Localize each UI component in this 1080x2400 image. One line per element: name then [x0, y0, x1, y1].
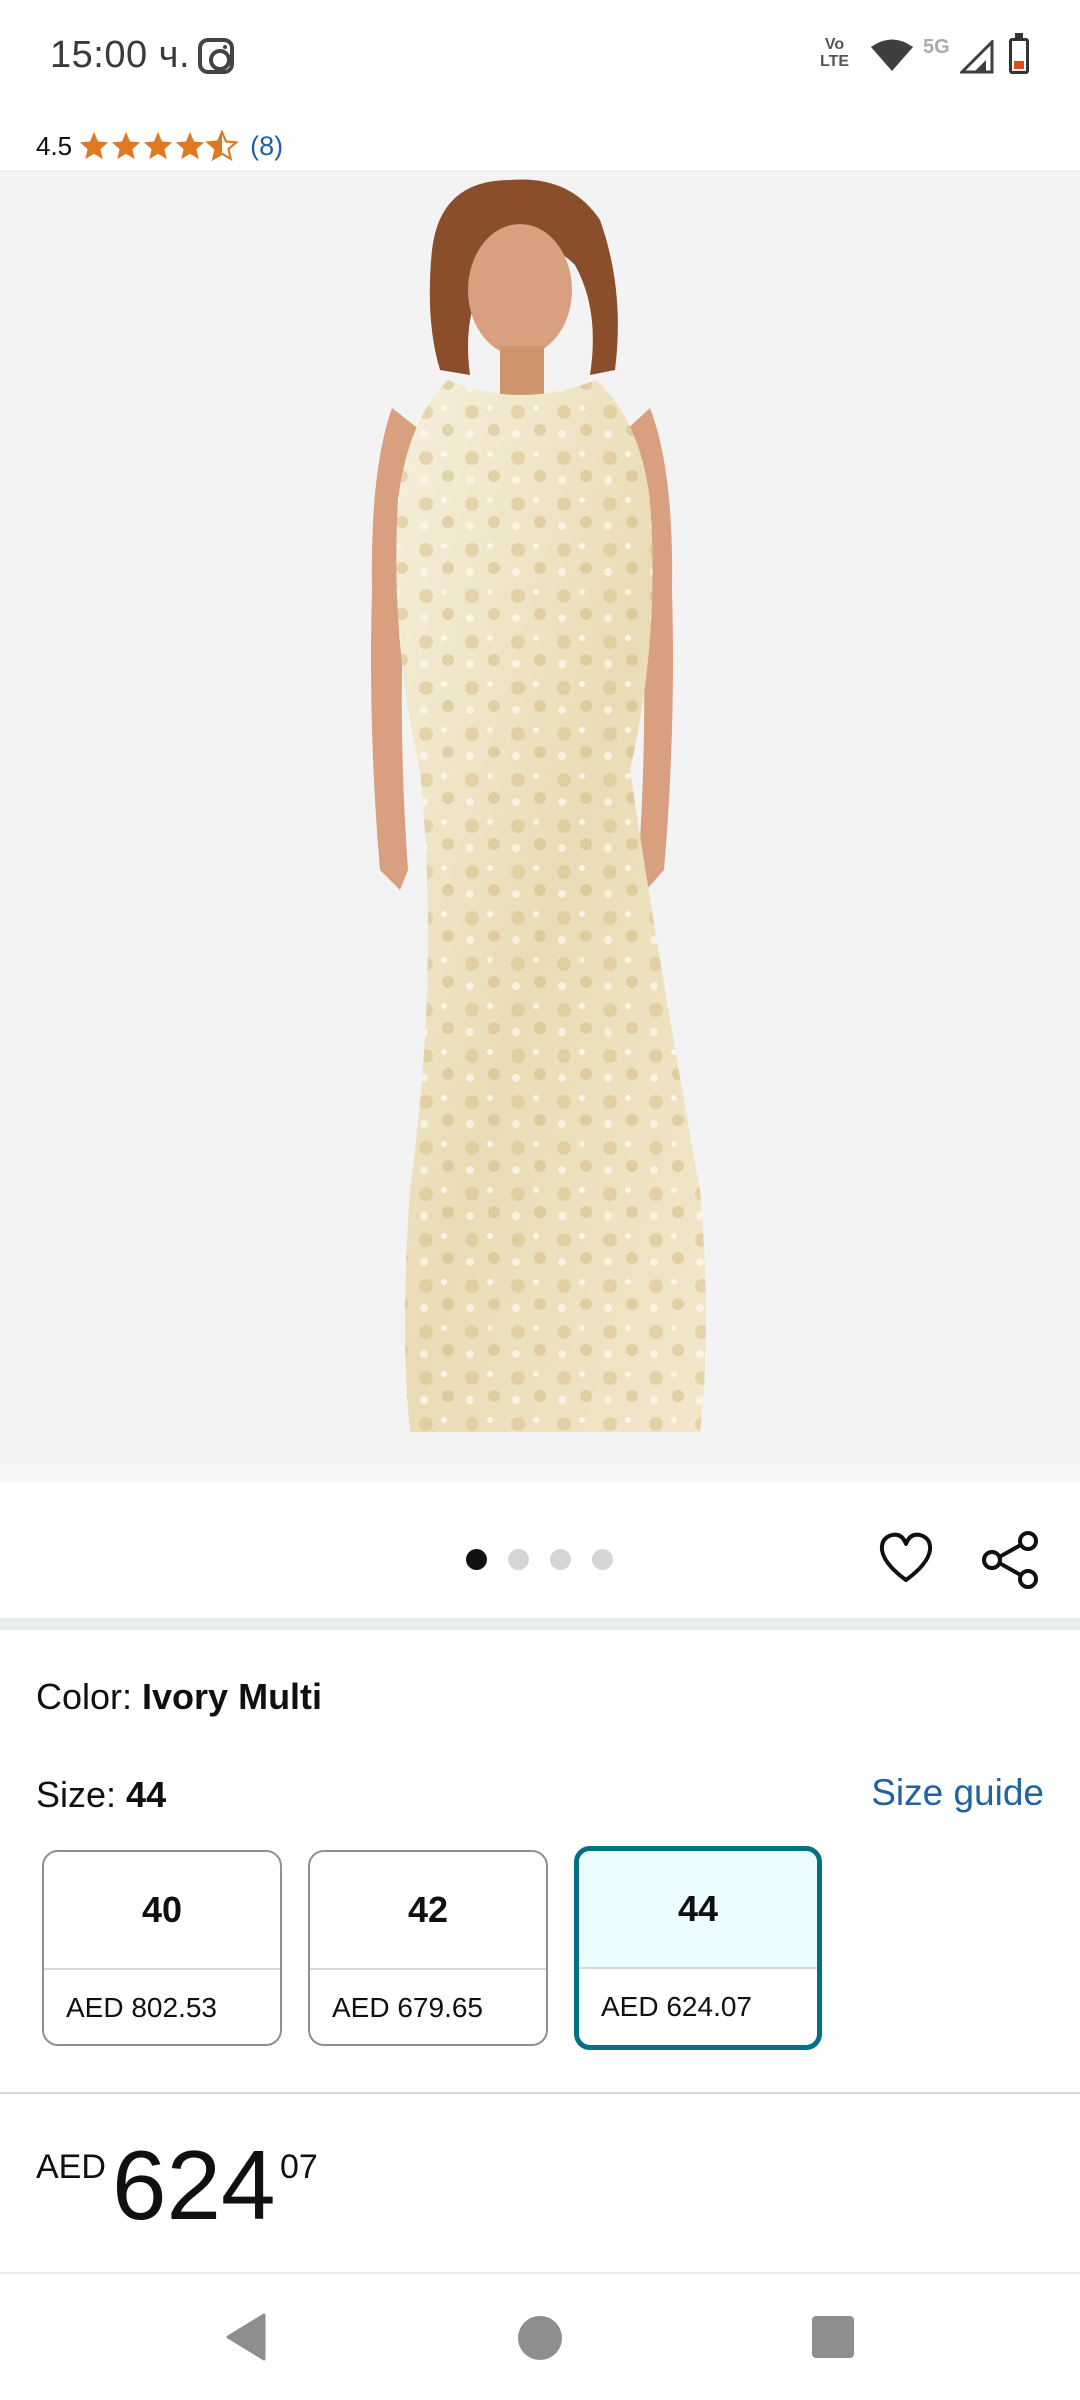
carousel-dot[interactable]	[508, 1549, 529, 1570]
star-half-icon	[206, 130, 239, 162]
size-option-price: AED 679.65	[332, 1992, 483, 2023]
size-label: Size:	[36, 1774, 127, 1815]
product-photo	[371, 179, 706, 1432]
status-bar: 15:00 ч. Vo LTE 5G	[0, 0, 1080, 112]
carousel-controls	[0, 1484, 1080, 1620]
recents-square-icon[interactable]	[812, 2316, 854, 2358]
color-value: Ivory Multi	[142, 1676, 323, 1717]
star-full-icon	[80, 132, 109, 160]
size-option-size: 40	[44, 1852, 280, 1970]
price-divider	[0, 2092, 1080, 2094]
size-options: 40 AED 802.53 42 AED 679.65 44 AED 624.0…	[42, 1846, 848, 2050]
instagram-icon	[198, 38, 234, 74]
carousel-dots	[466, 1549, 634, 1570]
star-full-icon	[176, 132, 205, 160]
volte-icon: Vo LTE	[820, 36, 849, 70]
product-image[interactable]	[0, 170, 1080, 1482]
rating-row[interactable]: 4.5 (8)	[36, 126, 283, 166]
price-fraction: 07	[280, 2148, 318, 2186]
star-full-icon	[112, 132, 141, 160]
size-option-size: 42	[310, 1852, 546, 1970]
carousel-dot-active[interactable]	[466, 1549, 487, 1570]
home-circle-icon[interactable]	[518, 2316, 562, 2360]
size-value: 44	[126, 1774, 167, 1815]
volte-top-text: Vo	[824, 36, 845, 53]
carousel-dot[interactable]	[592, 1549, 613, 1570]
carousel-dot[interactable]	[550, 1549, 571, 1570]
section-divider	[0, 1618, 1080, 1630]
rating-count-link[interactable]: (8)	[250, 131, 283, 162]
size-option-40[interactable]: 40 AED 802.53	[42, 1850, 282, 2046]
image-floor	[0, 1442, 1080, 1482]
size-selection: Size: 44	[36, 1774, 166, 1816]
size-option-size: 44	[579, 1851, 817, 1969]
back-triangle-icon[interactable]	[224, 2312, 268, 2362]
price-whole: 624	[112, 2130, 276, 2240]
star-rating	[78, 130, 239, 162]
size-option-42[interactable]: 42 AED 679.65	[308, 1850, 548, 2046]
size-option-price: AED 802.53	[66, 1992, 217, 2023]
wifi-icon	[871, 39, 913, 71]
heart-icon[interactable]	[876, 1528, 936, 1588]
signal-icon	[960, 40, 994, 74]
color-selection: Color: Ivory Multi	[36, 1676, 322, 1718]
size-option-44-selected[interactable]: 44 AED 624.07	[574, 1846, 822, 2050]
color-label: Color:	[36, 1676, 143, 1717]
share-icon[interactable]	[978, 1528, 1042, 1592]
rating-value: 4.5	[36, 130, 73, 161]
size-guide-link[interactable]: Size guide	[871, 1772, 1044, 1814]
volte-bottom-text: LTE	[820, 53, 850, 70]
star-full-icon	[144, 132, 173, 160]
status-time: 15:00 ч.	[50, 34, 191, 76]
size-option-price: AED 624.07	[601, 1991, 752, 2022]
price-currency: AED	[36, 2148, 106, 2186]
network-type: 5G	[923, 36, 950, 58]
system-nav-bar	[0, 2272, 1080, 2400]
battery-icon	[1009, 33, 1029, 74]
